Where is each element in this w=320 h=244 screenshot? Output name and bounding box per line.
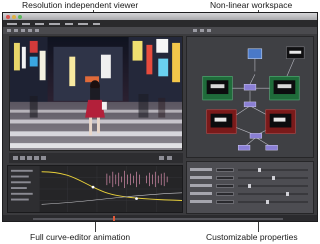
property-slider[interactable] (238, 168, 308, 172)
menu-item-5[interactable] (65, 22, 73, 25)
menu-item-1[interactable] (7, 22, 17, 25)
tool-button[interactable] (200, 29, 204, 32)
tool-button[interactable] (14, 29, 18, 32)
menu-item-6[interactable] (78, 22, 88, 25)
process-node[interactable] (265, 144, 278, 151)
node-graph[interactable] (186, 36, 314, 158)
timeline-bar[interactable] (3, 215, 317, 221)
menu-item-7[interactable] (93, 22, 100, 25)
viewer-controls (9, 153, 183, 163)
workspace-callout: Non-linear workspace (210, 0, 293, 10)
viewer-callout: Resolution independent viewer (22, 0, 139, 10)
property-slider[interactable] (238, 184, 308, 188)
property-label (190, 192, 212, 195)
viewer-option-icon[interactable] (159, 156, 164, 160)
node-graph-canvas (202, 46, 305, 151)
play-back-icon[interactable] (13, 156, 18, 160)
property-field[interactable] (216, 168, 234, 172)
tool-button[interactable] (207, 29, 211, 32)
property-row[interactable] (190, 176, 312, 181)
tool-button[interactable] (193, 29, 197, 32)
process-node[interactable] (243, 101, 257, 108)
playhead[interactable] (113, 216, 115, 221)
curve-editor[interactable] (7, 165, 183, 213)
properties-callout: Customizable properties (206, 232, 298, 242)
property-label (190, 168, 212, 171)
stop-icon[interactable] (27, 156, 32, 160)
curve-editor-canvas (8, 166, 182, 212)
viewer-image (10, 37, 182, 150)
menu-item-3[interactable] (35, 22, 44, 25)
slider-handle[interactable] (248, 184, 251, 188)
property-field[interactable] (216, 176, 234, 180)
tool-button[interactable] (7, 29, 11, 32)
step-forward-icon[interactable] (34, 156, 39, 160)
property-field[interactable] (216, 200, 234, 204)
toolbar (3, 27, 317, 34)
property-slider[interactable] (238, 192, 308, 196)
tool-button[interactable] (21, 29, 25, 32)
merge-node[interactable] (243, 84, 257, 91)
keyframe-point[interactable] (91, 185, 95, 189)
curve-editor-callout: Full curve-editor animation (30, 232, 131, 242)
read-node[interactable] (247, 48, 263, 59)
viewer-option-icon[interactable] (167, 156, 172, 160)
process-node[interactable] (249, 133, 263, 139)
property-row[interactable] (190, 184, 312, 189)
property-slider[interactable] (238, 200, 308, 204)
keyframe-point[interactable] (135, 197, 138, 200)
slider-handle[interactable] (258, 168, 261, 172)
app-window (2, 12, 318, 222)
audio-waveform (106, 170, 168, 189)
property-field[interactable] (216, 184, 234, 188)
image-viewer[interactable] (9, 36, 183, 151)
property-label (190, 184, 212, 187)
slider-handle[interactable] (272, 176, 275, 180)
timeline-track[interactable] (33, 218, 283, 220)
close-window-button[interactable] (6, 14, 10, 19)
slider-handle[interactable] (286, 192, 289, 196)
property-row[interactable] (190, 192, 312, 197)
property-row[interactable] (190, 200, 312, 205)
tool-button[interactable] (35, 29, 39, 32)
property-slider[interactable] (238, 176, 308, 180)
property-label (190, 176, 212, 179)
process-node[interactable] (237, 144, 251, 151)
property-row[interactable] (190, 168, 312, 173)
play-icon[interactable] (41, 156, 46, 160)
menu-item-4[interactable] (49, 22, 60, 25)
zoom-window-button[interactable] (18, 14, 22, 19)
slider-handle[interactable] (266, 200, 269, 204)
window-titlebar (3, 13, 317, 20)
property-field[interactable] (216, 192, 234, 196)
property-label (190, 200, 212, 203)
menu-bar (3, 20, 317, 27)
tool-button[interactable] (28, 29, 32, 32)
menu-item-2[interactable] (22, 22, 30, 25)
step-back-icon[interactable] (20, 156, 25, 160)
properties-panel (186, 161, 314, 214)
minimize-window-button[interactable] (12, 14, 16, 19)
